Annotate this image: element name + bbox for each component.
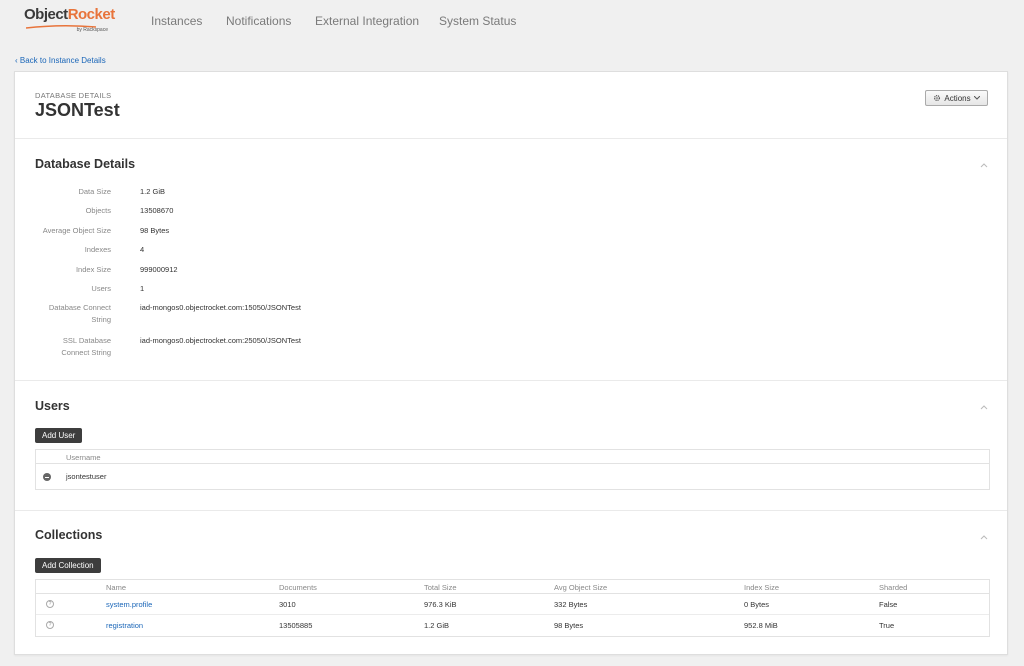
nav-notifications[interactable]: Notifications	[226, 14, 291, 28]
objectrocket-logo[interactable]: ObjectRocket by Rackspace	[24, 6, 115, 36]
collections-heading: Collections	[35, 528, 103, 542]
username-cell: jsontestuser	[66, 472, 107, 481]
detail-value-avg-object-size: 98 Bytes	[140, 226, 170, 235]
detail-value-indexes: 4	[140, 245, 145, 254]
column-header-total-size: Total Size	[424, 583, 457, 592]
table-row: jsontestuser	[36, 464, 989, 489]
database-card: DATABASE DETAILS JSONTest Actions Databa…	[14, 71, 1008, 655]
documents-cell: 3010	[279, 600, 296, 609]
avg-object-size-cell: 332 Bytes	[554, 600, 588, 609]
nav-system-status[interactable]: System Status	[439, 14, 516, 28]
column-header-name: Name	[106, 583, 127, 592]
actions-button[interactable]: Actions	[925, 90, 988, 106]
detail-value-ssl-connect-string[interactable]: iad-mongos0.objectrocket.com:25050/JSONT…	[140, 335, 301, 347]
nav-external-integration[interactable]: External Integration	[315, 14, 419, 28]
sharded-cell: False	[879, 600, 898, 609]
chevron-down-icon	[973, 96, 980, 100]
collapse-chevron-icon[interactable]	[980, 403, 988, 411]
sharded-cell: True	[879, 621, 895, 630]
top-navbar: ObjectRocket by Rackspace Instances Noti…	[0, 0, 1024, 44]
avg-object-size-cell: 98 Bytes	[554, 621, 584, 630]
nav-instances[interactable]: Instances	[151, 14, 202, 28]
collections-table: Name Documents Total Size Avg Object Siz…	[35, 579, 990, 637]
index-size-cell: 952.8 MiB	[744, 621, 778, 630]
divider	[15, 510, 1007, 511]
detail-value-index-size: 999000912	[140, 265, 178, 274]
add-collection-label: Add Collection	[42, 561, 94, 570]
table-row: ? registration 13505885 1.2 GiB 98 Bytes…	[36, 615, 989, 636]
table-row: ? system.profile 3010 976.3 KiB 332 Byte…	[36, 594, 989, 615]
collection-name-link[interactable]: system.profile	[106, 600, 152, 609]
section-label: DATABASE DETAILS	[35, 91, 112, 100]
detail-label-indexes: Indexes	[84, 245, 111, 254]
gear-icon	[934, 94, 941, 102]
back-to-instance-link[interactable]: ‹ Back to Instance Details	[15, 56, 106, 65]
total-size-cell: 1.2 GiB	[424, 621, 450, 630]
collection-name-link[interactable]: registration	[106, 621, 143, 630]
add-collection-button[interactable]: Add Collection	[35, 558, 101, 573]
remove-user-icon[interactable]	[43, 473, 51, 481]
detail-label-data-size: Data Size	[78, 187, 111, 196]
column-header-avg-object-size: Avg Object Size	[554, 583, 608, 592]
users-heading: Users	[35, 399, 70, 413]
detail-value-objects: 13508670	[140, 206, 174, 215]
column-header-sharded: Sharded	[879, 583, 908, 592]
column-header-index-size: Index Size	[744, 583, 780, 592]
add-user-button[interactable]: Add User	[35, 428, 83, 443]
detail-label-avg-object-size: Average Object Size	[42, 226, 111, 235]
detail-label-users: Users	[91, 284, 111, 293]
detail-value-users: 1	[140, 284, 145, 293]
detail-value-data-size: 1.2 GiB	[140, 187, 166, 196]
help-icon[interactable]: ?	[46, 600, 54, 608]
detail-label-connect-string: Database Connect String	[48, 303, 111, 324]
logo-subtitle: by Rackspace	[76, 27, 108, 33]
collapse-chevron-icon[interactable]	[980, 533, 988, 541]
help-icon[interactable]: ?	[46, 621, 54, 629]
total-size-cell: 976.3 KiB	[424, 600, 457, 609]
divider	[15, 138, 1007, 139]
divider	[15, 380, 1007, 381]
add-user-label: Add User	[42, 431, 76, 440]
table-header-row: Name Documents Total Size Avg Object Siz…	[36, 580, 989, 594]
database-details-heading: Database Details	[35, 157, 136, 171]
page-title: JSONTest	[35, 100, 120, 120]
index-size-cell: 0 Bytes	[744, 600, 770, 609]
detail-label-index-size: Index Size	[75, 265, 111, 274]
collapse-chevron-icon[interactable]	[980, 161, 988, 169]
column-header-documents: Documents	[279, 583, 317, 592]
detail-value-connect-string[interactable]: iad-mongos0.objectrocket.com:15050/JSONT…	[140, 302, 301, 314]
users-table: Username jsontestuser	[35, 449, 990, 490]
column-header-username: Username	[66, 453, 101, 462]
detail-label-objects: Objects	[85, 206, 111, 215]
actions-label: Actions	[944, 93, 971, 103]
table-header-row: Username	[36, 450, 989, 464]
detail-label-ssl-connect-string: SSL Database Connect String	[61, 336, 111, 357]
logo-text: ObjectRocket	[24, 6, 115, 23]
documents-cell: 13505885	[279, 621, 313, 630]
